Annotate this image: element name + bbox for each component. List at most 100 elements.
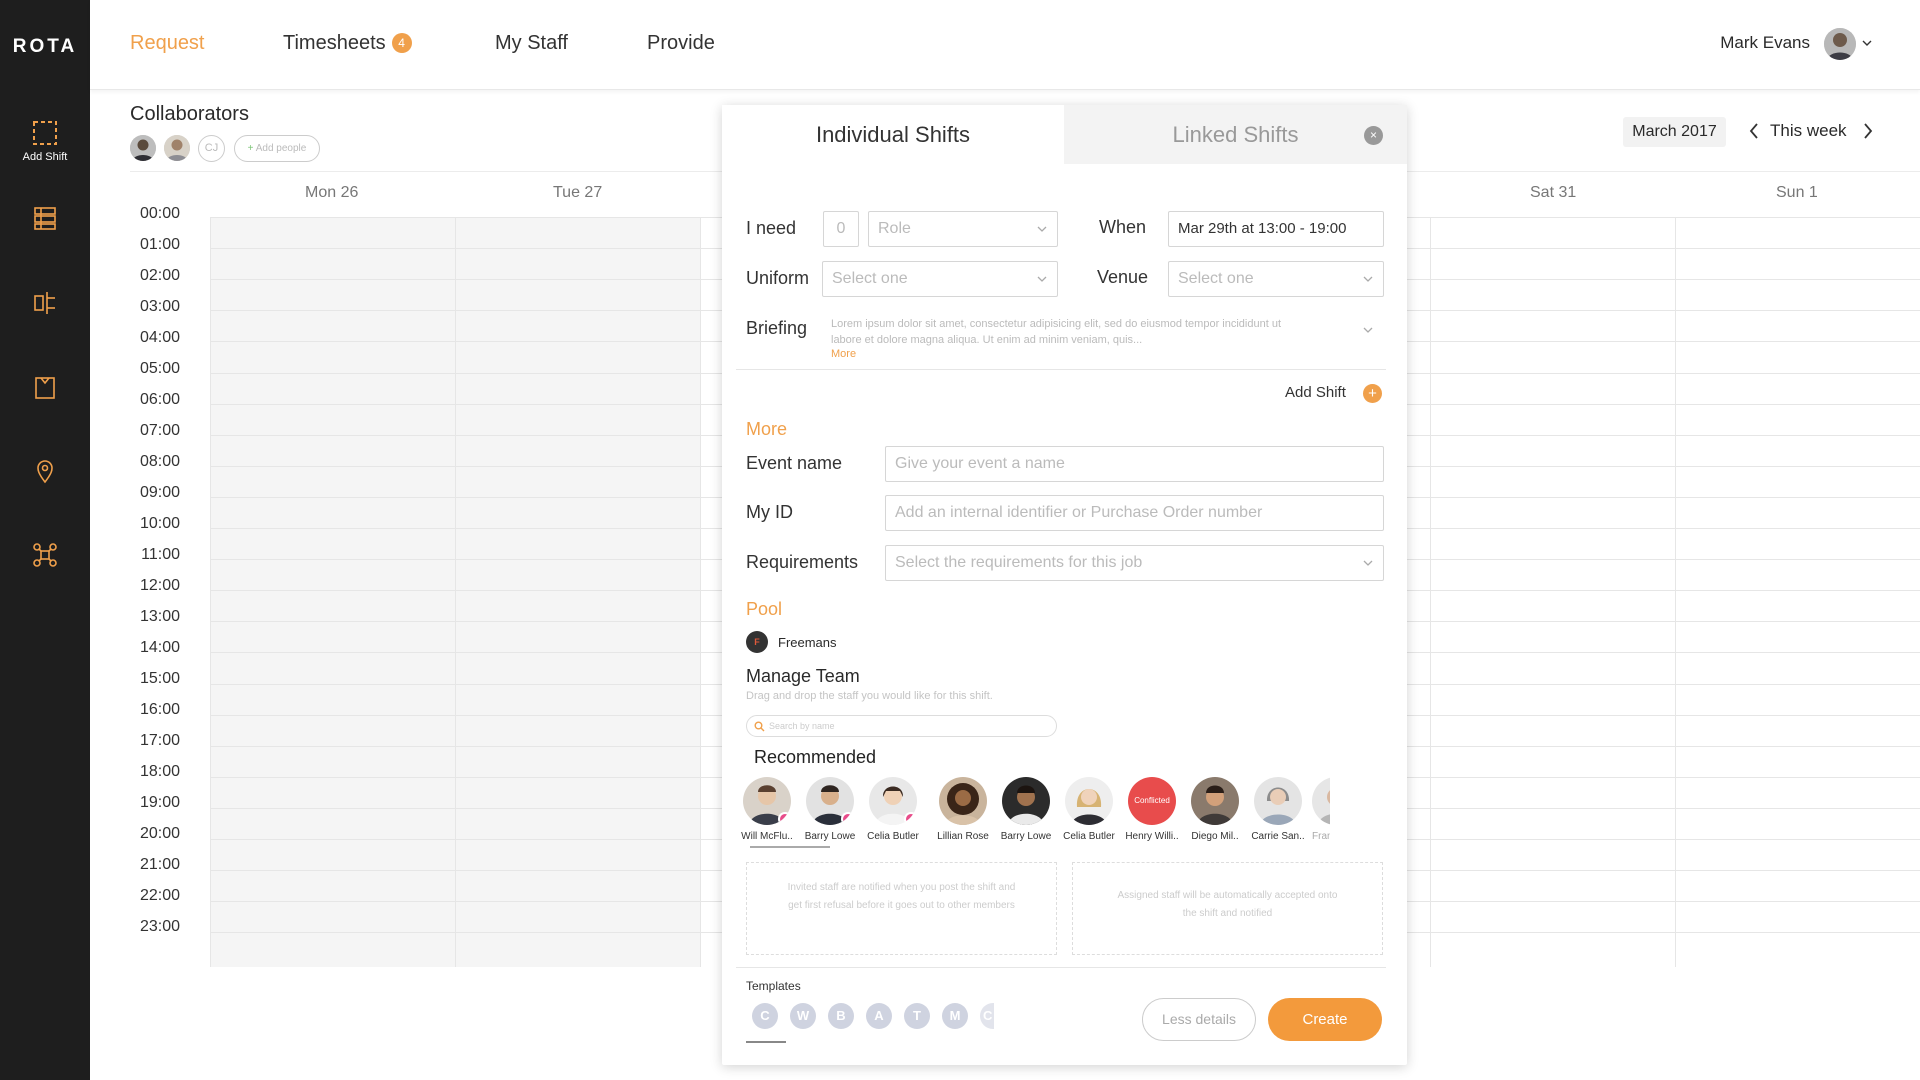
time-label: 16:00	[139, 701, 180, 718]
template-chip[interactable]: B	[828, 1003, 854, 1029]
staff-card[interactable]: Will McFlu..	[738, 777, 796, 842]
favorite-icon	[778, 812, 791, 825]
favorite-icon	[841, 812, 854, 825]
template-chip[interactable]: C	[752, 1003, 778, 1029]
template-chip[interactable]: M	[942, 1003, 968, 1029]
role-select[interactable]: Role	[868, 211, 1058, 247]
chevron-down-icon[interactable]	[1862, 38, 1872, 48]
selected-indicator	[746, 1041, 786, 1043]
day-column[interactable]	[455, 217, 700, 967]
day-column[interactable]	[1430, 217, 1675, 967]
close-icon[interactable]: ×	[1364, 126, 1383, 145]
sidebar-item-add-shift[interactable]: Add Shift	[0, 120, 90, 163]
nav-my-staff[interactable]: My Staff	[495, 32, 568, 55]
sidebar: ROTA Add Shift	[0, 0, 90, 1080]
when-field[interactable]: Mar 29th at 13:00 - 19:00	[1168, 211, 1384, 247]
nav-provide[interactable]: Provide	[647, 32, 715, 55]
staff-card[interactable]: Celia Butler	[864, 777, 922, 842]
briefing-more-link[interactable]: More	[831, 348, 856, 360]
sidebar-item-network[interactable]	[0, 542, 90, 568]
time-label: 18:00	[139, 763, 180, 780]
event-name-input[interactable]: Give your event a name	[885, 446, 1384, 482]
list-icon	[34, 207, 56, 230]
uniform-label: Uniform	[746, 268, 810, 288]
template-chip[interactable]: C	[980, 1003, 994, 1029]
time-label: 20:00	[139, 825, 180, 842]
add-shift-modal: Individual Shifts Linked Shifts × I need…	[722, 105, 1407, 1065]
chevron-left-icon[interactable]	[1748, 123, 1760, 139]
venue-select[interactable]: Select one	[1168, 261, 1384, 297]
staff-card[interactable]: Lillian Rose	[934, 777, 992, 842]
staff-avatar-conflicted: Conflicted	[1128, 777, 1176, 825]
add-shift-plus-icon[interactable]: +	[1363, 384, 1382, 403]
day-column[interactable]	[210, 217, 455, 967]
collaborator-avatar[interactable]	[130, 135, 156, 161]
time-label: 06:00	[139, 391, 180, 408]
staff-card[interactable]: Diego Mil..	[1186, 777, 1244, 842]
tab-individual-shifts[interactable]: Individual Shifts	[722, 105, 1064, 164]
less-details-button[interactable]: Less details	[1142, 998, 1256, 1041]
time-label: 05:00	[139, 360, 180, 377]
sidebar-item-list[interactable]	[0, 205, 90, 231]
staff-card[interactable]: Conflicted Henry Willi..	[1123, 777, 1181, 842]
divider	[736, 967, 1386, 968]
sidebar-item-clipboard[interactable]	[0, 374, 90, 400]
sidebar-item-columns[interactable]	[0, 290, 90, 316]
template-chip[interactable]: A	[866, 1003, 892, 1029]
time-label: 04:00	[139, 329, 180, 346]
day-column[interactable]	[1675, 217, 1920, 967]
staff-name: Henry Willi..	[1125, 831, 1179, 842]
staff-name: Barry Lowe	[1000, 831, 1052, 842]
collaborator-avatar[interactable]	[164, 135, 190, 161]
search-icon	[754, 721, 765, 732]
day-header: Sun 1	[1776, 184, 1818, 201]
time-label: 23:00	[139, 918, 180, 935]
favorite-icon	[904, 812, 917, 825]
staff-card[interactable]: Fran	[1312, 777, 1330, 842]
chevron-down-icon[interactable]	[1363, 326, 1373, 334]
time-label: 07:00	[139, 422, 180, 439]
briefing-text[interactable]: Lorem ipsum dolor sit amet, consectetur …	[831, 316, 1291, 348]
invited-staff-dropzone[interactable]: Invited staff are notified when you post…	[746, 862, 1057, 955]
top-nav: Request Timesheets 4 My Staff Provide Mar…	[90, 0, 1920, 90]
assigned-staff-dropzone[interactable]: Assigned staff will be automatically acc…	[1072, 862, 1383, 955]
collaborator-initials-avatar[interactable]: CJ	[198, 135, 225, 162]
role-placeholder: Role	[878, 220, 911, 237]
staff-search-input[interactable]: Search by name	[746, 715, 1057, 737]
chevron-down-icon	[1037, 226, 1047, 232]
pool-name[interactable]: Freemans	[778, 635, 837, 650]
selected-indicator	[750, 846, 830, 848]
tab-linked-shifts[interactable]: Linked Shifts	[1064, 105, 1407, 164]
time-label: 12:00	[139, 577, 180, 594]
time-label: 17:00	[139, 732, 180, 749]
staff-name: Fran	[1312, 831, 1330, 842]
quantity-input[interactable]: 0	[823, 211, 859, 247]
staff-card[interactable]: Barry Lowe	[801, 777, 859, 842]
staff-avatar	[743, 777, 791, 825]
my-id-input[interactable]: Add an internal identifier or Purchase O…	[885, 495, 1384, 531]
create-button[interactable]: Create	[1268, 998, 1382, 1041]
chevron-down-icon	[1037, 276, 1047, 282]
sidebar-item-location[interactable]	[0, 458, 90, 484]
day-header: Sat 31	[1530, 184, 1577, 201]
user-avatar[interactable]	[1824, 28, 1856, 60]
requirements-select[interactable]: Select the requirements for this job	[885, 545, 1384, 581]
template-chip[interactable]: W	[790, 1003, 816, 1029]
time-label: 10:00	[139, 515, 180, 532]
staff-name: Lillian Rose	[937, 831, 989, 842]
staff-card[interactable]: Carrie San..	[1249, 777, 1307, 842]
recommended-title: Recommended	[754, 747, 877, 767]
time-label: 01:00	[139, 236, 180, 253]
staff-card[interactable]: Barry Lowe	[997, 777, 1055, 842]
chevron-right-icon[interactable]	[1862, 123, 1874, 139]
staff-name: Celia Butler	[1063, 831, 1115, 842]
add-shift-label[interactable]: Add Shift	[1285, 384, 1346, 401]
add-people-button[interactable]: + Add people	[234, 135, 320, 162]
uniform-select[interactable]: Select one	[822, 261, 1058, 297]
staff-card[interactable]: Celia Butler	[1060, 777, 1118, 842]
nav-request[interactable]: Request	[130, 32, 205, 55]
nav-timesheets[interactable]: Timesheets 4	[283, 32, 412, 55]
user-name[interactable]: Mark Evans	[1720, 33, 1810, 53]
month-selector[interactable]: March 2017	[1623, 117, 1726, 147]
template-chip[interactable]: T	[904, 1003, 930, 1029]
